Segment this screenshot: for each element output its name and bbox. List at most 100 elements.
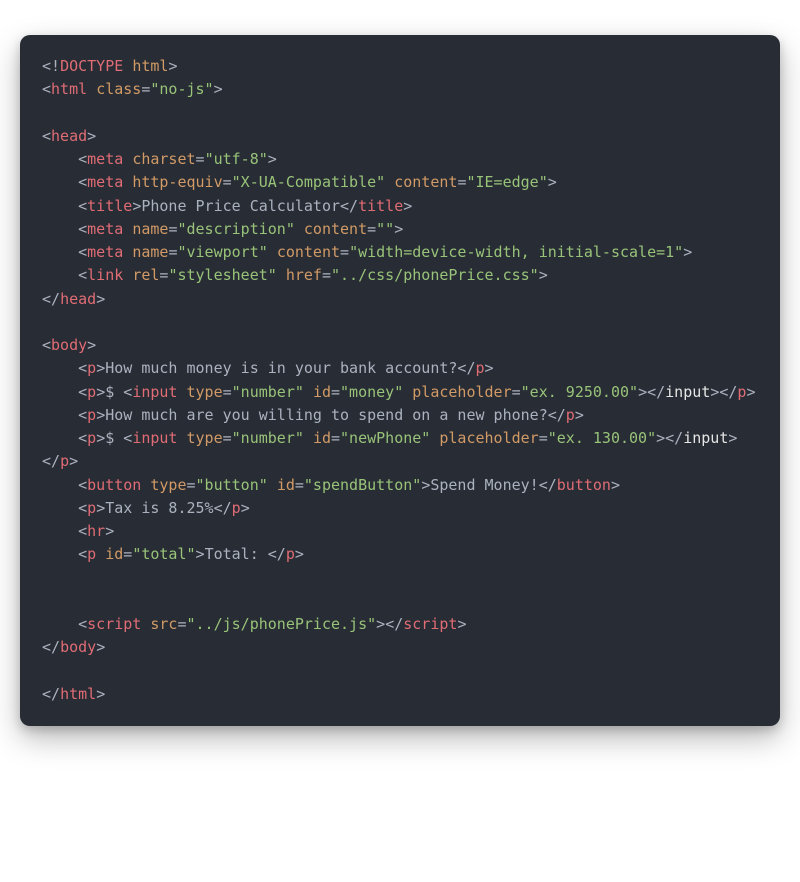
code-token: > <box>611 476 620 494</box>
code-token: = <box>331 383 340 401</box>
code-token: > <box>376 615 385 633</box>
code-token: < <box>42 336 51 354</box>
code-token: "total" <box>132 545 195 563</box>
code-token: > <box>96 290 105 308</box>
code-token: type <box>187 383 223 401</box>
code-token: type <box>187 429 223 447</box>
code-token: </ <box>268 545 286 563</box>
code-token: charset <box>132 150 195 168</box>
code-token: < <box>78 266 87 284</box>
code-token: = <box>367 220 376 238</box>
code-token: = <box>196 150 205 168</box>
code-token: "width=device-width, initial-scale=1" <box>349 243 683 261</box>
code-token: "viewport" <box>177 243 267 261</box>
code-token: > <box>421 476 430 494</box>
code-token: id <box>313 429 331 447</box>
code-token: > <box>268 150 277 168</box>
code-token: </ <box>457 359 475 377</box>
code-token: head <box>51 127 87 145</box>
code-token: "no-js" <box>150 80 213 98</box>
code-token: hr <box>87 522 105 540</box>
code-token: http-equiv <box>132 173 222 191</box>
code-token: </ <box>539 476 557 494</box>
code-token: > <box>394 220 403 238</box>
code-token <box>177 429 186 447</box>
code-token: > <box>746 383 755 401</box>
code-token <box>87 80 96 98</box>
code-token: > <box>403 197 412 215</box>
code-token: > <box>710 383 719 401</box>
code-token: script <box>403 615 457 633</box>
code-token: > <box>96 359 105 377</box>
code-token: meta <box>87 243 123 261</box>
code-token: < <box>123 383 132 401</box>
code-token: < <box>78 499 87 517</box>
code-token: id <box>105 545 123 563</box>
code-token: input <box>132 383 177 401</box>
code-token: </ <box>42 638 60 656</box>
code-token: class <box>96 80 141 98</box>
code-token: button <box>87 476 141 494</box>
code-token: > <box>548 173 557 191</box>
code-token: id <box>313 383 331 401</box>
code-token <box>42 243 78 261</box>
code-token: placeholder <box>412 383 511 401</box>
code-token: = <box>123 545 132 563</box>
code-snippet: <!DOCTYPE html> <html class="no-js"> <he… <box>20 35 780 726</box>
code-token: How much money is in your bank account? <box>105 359 457 377</box>
code-token: > <box>87 336 96 354</box>
code-token: > <box>683 243 692 261</box>
code-token: < <box>78 359 87 377</box>
code-token: p <box>87 429 96 447</box>
code-token: < <box>78 150 87 168</box>
code-token <box>123 173 132 191</box>
code-token: > <box>105 522 114 540</box>
code-token: > <box>196 545 205 563</box>
code-token <box>42 429 78 447</box>
code-token: </ <box>647 383 665 401</box>
code-token: p <box>286 545 295 563</box>
code-token: > <box>168 57 177 75</box>
code-token: "stylesheet" <box>168 266 276 284</box>
code-token: p <box>87 545 96 563</box>
code-token: button <box>557 476 611 494</box>
code-token: p <box>232 499 241 517</box>
code-token: > <box>69 452 78 470</box>
code-token: </ <box>42 290 60 308</box>
code-token: < <box>78 243 87 261</box>
code-token: < <box>42 127 51 145</box>
code-token: < <box>78 429 87 447</box>
code-token: body <box>60 638 96 656</box>
code-token: "description" <box>177 220 294 238</box>
code-token: "number" <box>232 383 304 401</box>
code-token: < <box>78 522 87 540</box>
code-token: "money" <box>340 383 403 401</box>
code-token <box>268 476 277 494</box>
code-token <box>295 220 304 238</box>
code-token: </ <box>548 406 566 424</box>
code-token: = <box>512 383 521 401</box>
code-token: "" <box>376 220 394 238</box>
code-token <box>42 150 78 168</box>
code-token: p <box>475 359 484 377</box>
code-token: html <box>51 80 87 98</box>
code-token: placeholder <box>439 429 538 447</box>
code-token: > <box>457 615 466 633</box>
code-token: Tax is 8.25% <box>105 499 213 517</box>
code-token <box>123 266 132 284</box>
code-token <box>268 243 277 261</box>
code-token: = <box>295 476 304 494</box>
code-token: </ <box>719 383 737 401</box>
code-token: script <box>87 615 141 633</box>
code-token: > <box>241 499 250 517</box>
code-token: </ <box>42 685 60 703</box>
code-token <box>403 383 412 401</box>
code-token <box>123 150 132 168</box>
code-token: </ <box>214 499 232 517</box>
code-token: < <box>123 429 132 447</box>
code-token: p <box>60 452 69 470</box>
code-token: </ <box>340 197 358 215</box>
code-token <box>304 429 313 447</box>
code-token: title <box>358 197 403 215</box>
code-token <box>123 243 132 261</box>
